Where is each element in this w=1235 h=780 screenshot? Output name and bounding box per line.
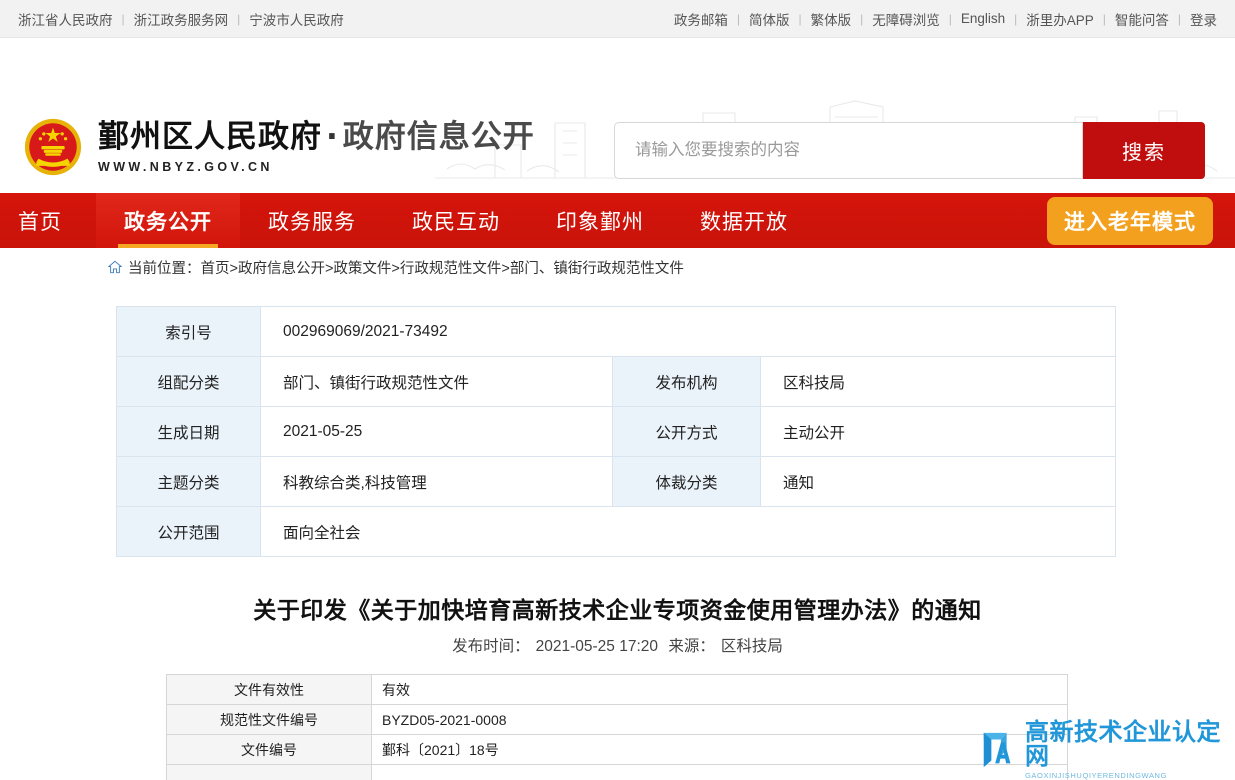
- top-utility-bar: 浙江省人民政府 | 浙江政务服务网 | 宁波市人民政府 政务邮箱 | 简体版 |…: [0, 0, 1235, 38]
- meta-label-created-date: 生成日期: [117, 407, 261, 457]
- meta-label-disclosure-method: 公开方式: [613, 407, 761, 457]
- topbar-link-zhejiang-gov[interactable]: 浙江省人民政府: [18, 9, 113, 29]
- breadcrumb-label: 当前位置：: [128, 257, 201, 278]
- topbar-link-english[interactable]: English: [961, 11, 1005, 26]
- topbar-link-traditional[interactable]: 繁体版: [811, 9, 852, 29]
- separator: |: [798, 12, 801, 26]
- main-navigation: 首页 政务公开 政务服务 政民互动 印象鄞州 数据开放 进入老年模式: [0, 193, 1235, 248]
- doc-label-normative-number: 规范性文件编号: [167, 705, 372, 735]
- meta-label-genre-category: 体裁分类: [613, 457, 761, 507]
- meta-label-index-number: 索引号: [117, 307, 261, 357]
- doc-value-next: [372, 765, 1068, 780]
- separator: |: [237, 12, 240, 26]
- document-metadata-table: 索引号 002969069/2021-73492 组配分类 部门、镇街行政规范性…: [116, 306, 1116, 557]
- nav-item-open-data[interactable]: 数据开放: [672, 193, 816, 248]
- source-value: 区科技局: [721, 638, 783, 655]
- separator: |: [949, 12, 952, 26]
- doc-value-validity: 有效: [372, 675, 1068, 705]
- topbar-link-accessibility[interactable]: 无障碍浏览: [872, 9, 940, 29]
- table-row: 公开范围 面向全社会: [117, 507, 1116, 557]
- nav-item-impression-yinzhou[interactable]: 印象鄞州: [528, 193, 672, 248]
- separator: |: [122, 12, 125, 26]
- meta-label-issuing-agency: 发布机构: [613, 357, 761, 407]
- topbar-link-zjzwfw[interactable]: 浙江政务服务网: [134, 9, 229, 29]
- nav-item-citizen-interaction[interactable]: 政民互动: [384, 193, 528, 248]
- topbar-right-links: 政务邮箱 | 简体版 | 繁体版 | 无障碍浏览 | English | 浙里办…: [674, 9, 1217, 29]
- topbar-link-zlb-app[interactable]: 浙里办APP: [1026, 9, 1094, 29]
- senior-mode-button[interactable]: 进入老年模式: [1047, 197, 1213, 245]
- table-row: 索引号 002969069/2021-73492: [117, 307, 1116, 357]
- nav-spacer: [816, 193, 1047, 248]
- source-label: 来源：: [668, 638, 715, 655]
- breadcrumb-path[interactable]: 首页>政府信息公开>政策文件>行政规范性文件>部门、镇街行政规范性文件: [201, 257, 684, 278]
- breadcrumb: 当前位置： 首页>政府信息公开>政策文件>行政规范性文件>部门、镇街行政规范性文…: [0, 248, 1235, 286]
- meta-value-disclosure-scope: 面向全社会: [261, 507, 1116, 557]
- publish-time-value: 2021-05-25 17:20: [536, 638, 658, 655]
- site-title-sub: 政府信息公开: [343, 119, 535, 155]
- article-meta: 发布时间： 2021-05-25 17:20 来源： 区科技局: [0, 634, 1235, 656]
- meta-label-subject-category: 主题分类: [117, 457, 261, 507]
- nav-item-government-affairs-disclosure[interactable]: 政务公开: [96, 193, 240, 248]
- meta-value-issuing-agency: 区科技局: [761, 357, 1116, 407]
- china-national-emblem-icon: [22, 116, 84, 178]
- separator: |: [860, 12, 863, 26]
- search-box: 搜索: [614, 122, 1205, 179]
- separator: |: [1178, 12, 1181, 26]
- search-input[interactable]: [614, 122, 1083, 179]
- article-header: 关于印发《关于加快培育高新技术企业专项资金使用管理办法》的通知 发布时间： 202…: [0, 591, 1235, 656]
- meta-label-disclosure-scope: 公开范围: [117, 507, 261, 557]
- publish-time-label: 发布时间：: [452, 638, 530, 655]
- topbar-left-links: 浙江省人民政府 | 浙江政务服务网 | 宁波市人民政府: [18, 9, 344, 29]
- topbar-link-simplified[interactable]: 简体版: [749, 9, 790, 29]
- meta-label-category: 组配分类: [117, 357, 261, 407]
- meta-value-index-number: 002969069/2021-73492: [261, 307, 1116, 357]
- doc-label-next: [167, 765, 372, 780]
- doc-value-normative-number: BYZD05-2021-0008: [372, 705, 1068, 735]
- meta-value-created-date: 2021-05-25: [261, 407, 613, 457]
- separator: |: [737, 12, 740, 26]
- meta-value-subject-category: 科教综合类,科技管理: [261, 457, 613, 507]
- site-url: WWW.NBYZ.GOV.CN: [98, 160, 535, 174]
- topbar-link-ningbo-gov[interactable]: 宁波市人民政府: [249, 9, 344, 29]
- table-row: 规范性文件编号 BYZD05-2021-0008: [167, 705, 1068, 735]
- site-header: 鄞州区人民政府·政府信息公开 WWW.NBYZ.GOV.CN 搜索: [0, 38, 1235, 193]
- site-title-main: 鄞州区人民政府: [98, 119, 322, 155]
- doc-label-file-number: 文件编号: [167, 735, 372, 765]
- doc-value-file-number: 鄞科〔2021〕18号: [372, 735, 1068, 765]
- site-logo[interactable]: 鄞州区人民政府·政府信息公开 WWW.NBYZ.GOV.CN: [22, 116, 535, 178]
- doc-label-validity: 文件有效性: [167, 675, 372, 705]
- table-row: 文件编号 鄞科〔2021〕18号: [167, 735, 1068, 765]
- table-row: 组配分类 部门、镇街行政规范性文件 发布机构 区科技局: [117, 357, 1116, 407]
- home-icon: [108, 260, 122, 274]
- document-detail-table: 文件有效性 有效 规范性文件编号 BYZD05-2021-0008 文件编号 鄞…: [166, 674, 1068, 780]
- page-title: 关于印发《关于加快培育高新技术企业专项资金使用管理办法》的通知: [0, 591, 1235, 625]
- table-row: [167, 765, 1068, 780]
- topbar-link-smart-qa[interactable]: 智能问答: [1115, 9, 1169, 29]
- topbar-link-gov-mail[interactable]: 政务邮箱: [674, 9, 728, 29]
- meta-value-genre-category: 通知: [761, 457, 1116, 507]
- separator: |: [1103, 12, 1106, 26]
- nav-item-government-services[interactable]: 政务服务: [240, 193, 384, 248]
- site-title-dot: ·: [326, 119, 339, 155]
- meta-value-disclosure-method: 主动公开: [761, 407, 1116, 457]
- separator: |: [1014, 12, 1017, 26]
- table-row: 生成日期 2021-05-25 公开方式 主动公开: [117, 407, 1116, 457]
- table-row: 文件有效性 有效: [167, 675, 1068, 705]
- meta-value-category: 部门、镇街行政规范性文件: [261, 357, 613, 407]
- search-button[interactable]: 搜索: [1083, 122, 1205, 179]
- topbar-link-login[interactable]: 登录: [1190, 9, 1217, 29]
- table-row: 主题分类 科教综合类,科技管理 体裁分类 通知: [117, 457, 1116, 507]
- nav-item-home[interactable]: 首页: [0, 193, 96, 248]
